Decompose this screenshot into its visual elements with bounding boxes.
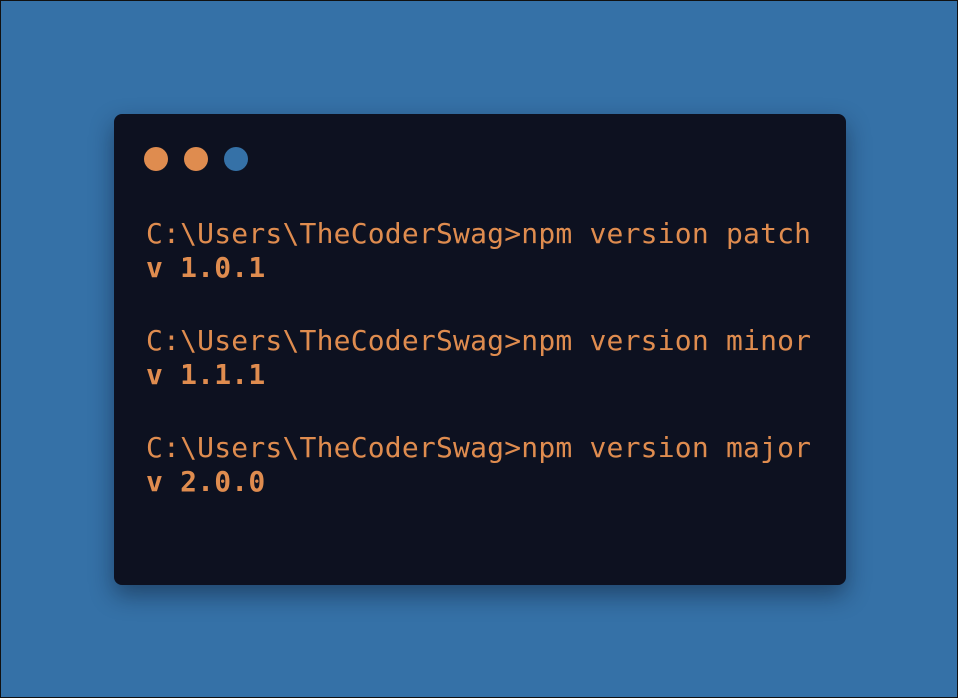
output-line-1: v 1.0.1 [146,251,266,284]
screenshot-canvas: C:\Users\TheCoderSwag>npm version patch … [0,0,958,698]
output-line-2: v 1.1.1 [146,358,266,391]
output-line-3: v 2.0.0 [146,465,266,498]
terminal-body: C:\Users\TheCoderSwag>npm version patch … [146,217,826,538]
blue-dot [224,147,248,171]
terminal-window: C:\Users\TheCoderSwag>npm version patch … [114,114,846,585]
window-controls [144,147,248,171]
command-block-1: C:\Users\TheCoderSwag>npm version patch … [146,217,826,285]
command-line-3: C:\Users\TheCoderSwag>npm version major [146,431,812,464]
orange-dot [144,147,168,171]
orange-dot [184,147,208,171]
command-block-3: C:\Users\TheCoderSwag>npm version major … [146,431,826,499]
command-block-2: C:\Users\TheCoderSwag>npm version minor … [146,324,826,392]
command-line-1: C:\Users\TheCoderSwag>npm version patch [146,217,812,250]
command-line-2: C:\Users\TheCoderSwag>npm version minor [146,324,812,357]
